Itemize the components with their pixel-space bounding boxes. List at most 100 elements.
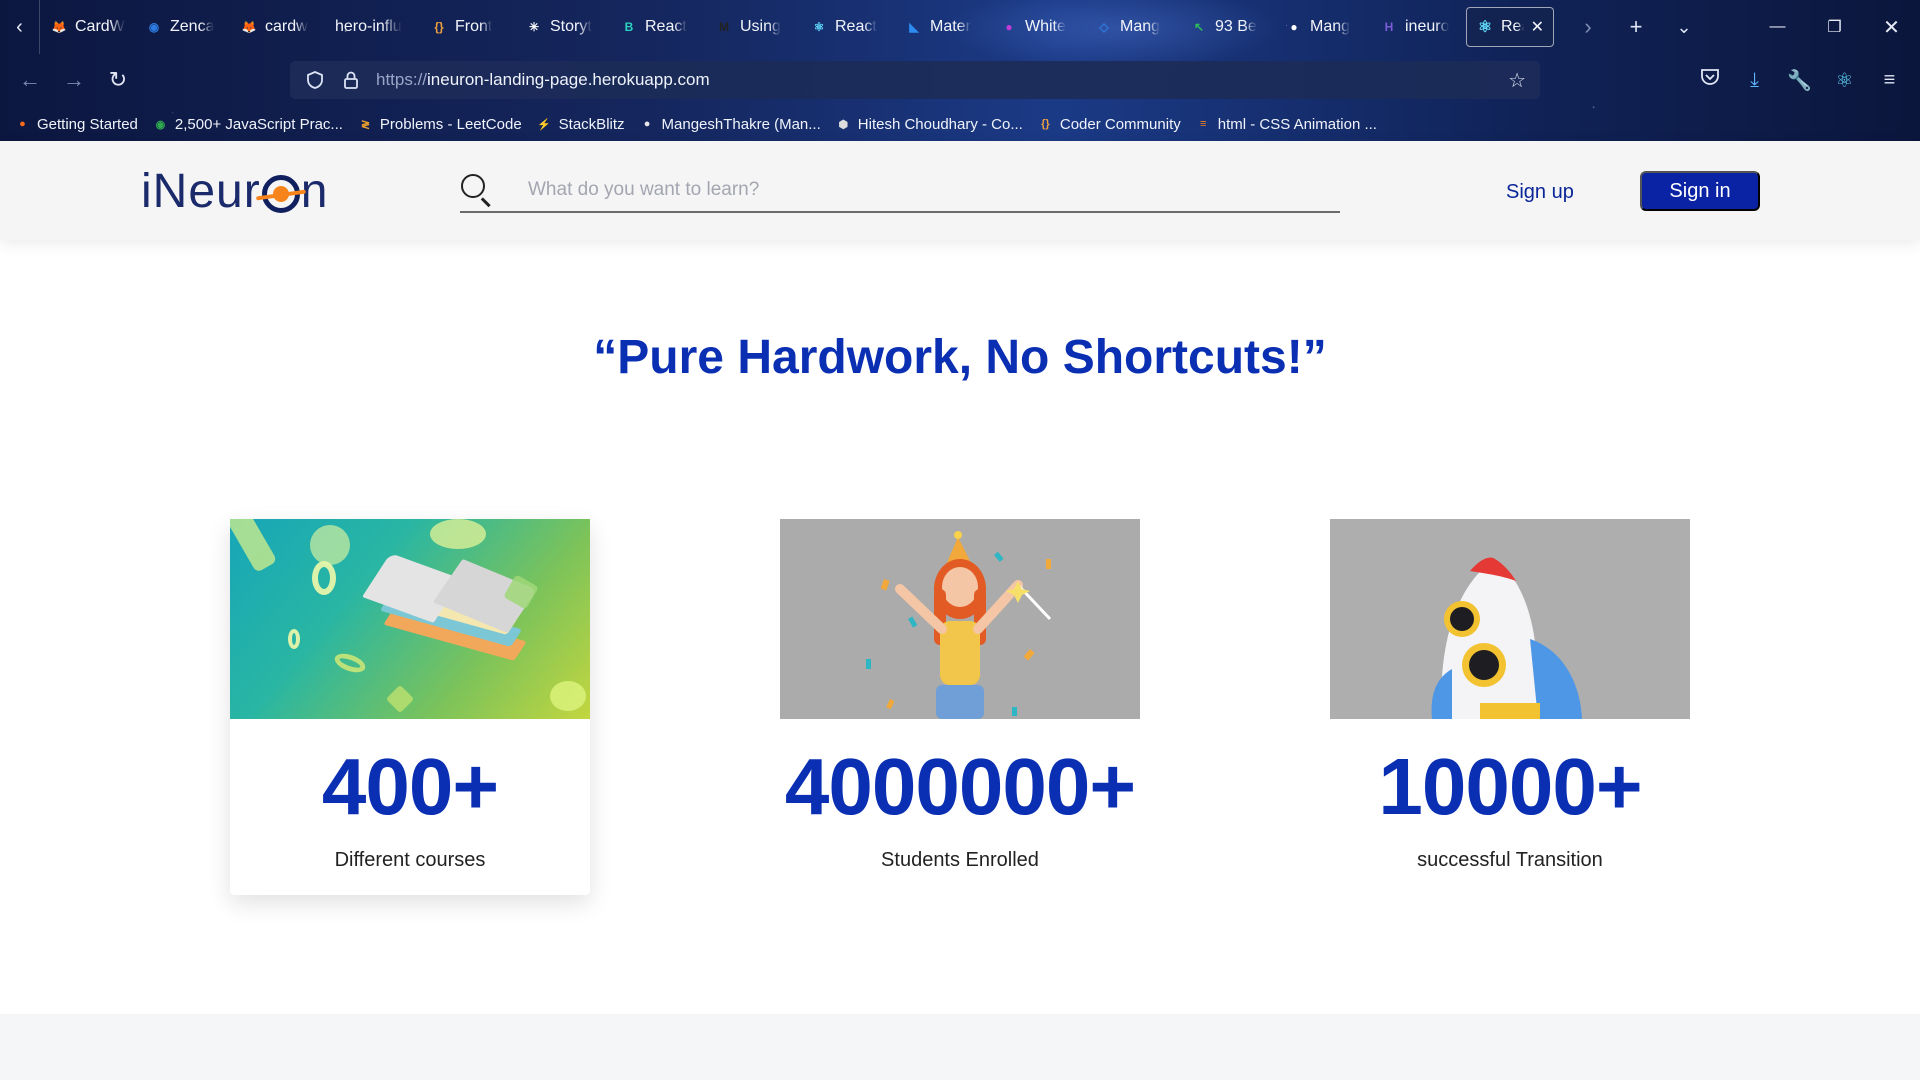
lock-icon[interactable] (340, 69, 362, 91)
tab-scroll-right-button[interactable]: › (1564, 14, 1612, 40)
stat-card-transitions[interactable]: 10000+ successful Transition (1330, 519, 1690, 895)
pocket-icon[interactable] (1687, 68, 1732, 92)
stat-caption: Different courses (334, 849, 486, 871)
signin-button[interactable]: Sign in (1640, 171, 1760, 211)
tab[interactable]: ◣ Mater (896, 7, 990, 47)
tab[interactable]: Hineuro (1371, 7, 1465, 47)
browser-chrome: ‹ 🦊 CardW ◉ Zenca 🦊 cardw hero-influ {} Front ✳ St… (0, 0, 1920, 141)
bookmark-item[interactable]: {} Coder Community (1037, 116, 1181, 133)
url-host: ineuron-landing-page.herokuapp.com (427, 70, 710, 89)
react-icon: ⚛ (1477, 19, 1493, 36)
globe-icon: ◉ (148, 20, 160, 34)
bookmark-item[interactable]: ≡ html - CSS Animation ... (1195, 116, 1377, 133)
tab-label: cardw (265, 18, 308, 35)
tab[interactable]: B React (611, 7, 705, 47)
navigation-toolbar: ← → ↻ https:// ineuron-landing-page.hero… (0, 58, 1920, 102)
tab-label: Rea (1501, 18, 1524, 35)
heroku-icon: H (1384, 20, 1394, 34)
github-icon: ● (1290, 20, 1298, 34)
rocket-illustration (1330, 519, 1690, 719)
stat-caption: Students Enrolled (881, 849, 1039, 871)
stat-value: 400+ (321, 742, 499, 831)
firefox-icon: ● (19, 118, 26, 130)
list-all-tabs-button[interactable]: ⌄ (1660, 17, 1708, 38)
stat-value: 4000000+ (784, 742, 1136, 831)
site-header: iNeurn Sign up Sign in (0, 141, 1920, 240)
bookmark-item[interactable]: ● MangeshThakre (Man... (639, 116, 821, 133)
stat-card-courses[interactable]: 400+ Different courses (230, 519, 590, 895)
tab-label: hero-influ (335, 18, 402, 35)
tab[interactable]: ● Mang (1276, 7, 1370, 47)
bolt-icon: ⚡ (537, 118, 552, 131)
react-devtools-icon[interactable]: ⚛ (1822, 68, 1867, 93)
tab[interactable]: ◇ Mang (1086, 7, 1180, 47)
bookmark-item[interactable]: ● Getting Started (14, 116, 138, 133)
bookmark-item[interactable]: ≷ Problems - LeetCode (357, 116, 522, 133)
tab[interactable]: ✳ Storyt (516, 7, 610, 47)
restore-button[interactable]: ❐ (1806, 17, 1863, 37)
tab[interactable]: ● White (991, 7, 1085, 47)
braces-icon: {} (434, 20, 444, 34)
bookmarks-bar: ● Getting Started ◉ 2,500+ JavaScript Prac.… (0, 111, 1920, 137)
bookmark-label: 2,500+ JavaScript Prac... (174, 115, 343, 133)
bookmark-item[interactable]: ◉ 2,500+ JavaScript Prac... (152, 116, 343, 133)
window-controls: — ❐ ✕ (1749, 0, 1920, 54)
search-icon[interactable] (460, 173, 494, 207)
tab-scroll-left-button[interactable]: ‹ (0, 0, 40, 54)
tab-label: React (645, 18, 687, 35)
drop-icon: ● (1005, 20, 1013, 34)
logo-o-icon (261, 175, 300, 213)
bookmark-label: StackBlitz (558, 115, 625, 133)
react-icon: ⚛ (813, 20, 825, 34)
search-bar (460, 169, 1340, 213)
tab-label: 93 Be (1215, 18, 1257, 35)
menu-icon[interactable]: ≡ (1867, 69, 1912, 92)
bookmark-label: MangeshThakre (Man... (661, 115, 821, 133)
tab[interactable]: hero-influ (326, 7, 420, 47)
tab-label: Storyt (550, 18, 592, 35)
address-bar[interactable]: https:// ineuron-landing-page.herokuapp.… (290, 61, 1540, 99)
download-icon[interactable]: ⤓ (1732, 69, 1777, 92)
forward-button[interactable]: → (52, 67, 96, 93)
b-icon: B (624, 20, 634, 34)
books-illustration (230, 519, 590, 719)
toolbar-extensions: ⤓ 🔧 ⚛ ≡ (1687, 58, 1912, 102)
close-tab-icon[interactable]: ✕ (1531, 17, 1544, 37)
url-scheme: https:// (376, 70, 428, 89)
bookmark-item[interactable]: ⬢ Hitesh Choudhary - Co... (835, 115, 1023, 133)
tab[interactable]: ⚛ React (801, 7, 895, 47)
minimize-button[interactable]: — (1749, 18, 1806, 36)
leetcode-icon: ≷ (360, 118, 371, 131)
tab[interactable]: 🦊 CardW (41, 7, 135, 47)
tab[interactable]: {} Front (421, 7, 515, 47)
bookmark-label: Coder Community (1059, 115, 1181, 133)
reload-button[interactable]: ↻ (96, 67, 140, 93)
shield-icon[interactable] (304, 69, 326, 91)
tab-label: Front (455, 18, 493, 35)
tab-strip-actions: › + ⌄ (1564, 14, 1708, 40)
back-button[interactable]: ← (8, 67, 52, 93)
next-section-band (0, 1014, 1920, 1080)
github-icon: ● (643, 118, 651, 130)
bookmark-item[interactable]: ⚡ StackBlitz (536, 115, 625, 133)
bookmark-label: Hitesh Choudhary - Co... (857, 115, 1023, 133)
wrench-icon[interactable]: 🔧 (1777, 68, 1822, 93)
tab-active[interactable]: ⚛ Rea ✕ (1466, 7, 1554, 47)
tab[interactable]: M Using (706, 7, 800, 47)
braces-icon: {} (1041, 118, 1050, 130)
stat-value: 10000+ (1378, 742, 1642, 831)
stat-card-students[interactable]: 4000000+ Students Enrolled (780, 519, 1140, 895)
close-window-button[interactable]: ✕ (1863, 15, 1920, 40)
fox-icon: 🦊 (241, 20, 257, 34)
ineuron-logo[interactable]: iNeur n (141, 163, 328, 219)
hero-headline: “Pure Hardwork, No Shortcuts!” (593, 331, 1327, 384)
signup-link[interactable]: Sign up (1506, 181, 1574, 204)
tab[interactable]: 🦊 cardw (231, 7, 325, 47)
new-tab-button[interactable]: + (1612, 14, 1660, 40)
m-icon: M (719, 20, 729, 34)
tab[interactable]: ↖ 93 Be (1181, 7, 1275, 47)
tab[interactable]: ◉ Zenca (136, 7, 230, 47)
stats-section: 400+ Different courses 4000000+ Students… (230, 519, 1690, 895)
search-input[interactable] (528, 179, 1328, 201)
bookmark-star-icon[interactable]: ☆ (1508, 68, 1526, 93)
